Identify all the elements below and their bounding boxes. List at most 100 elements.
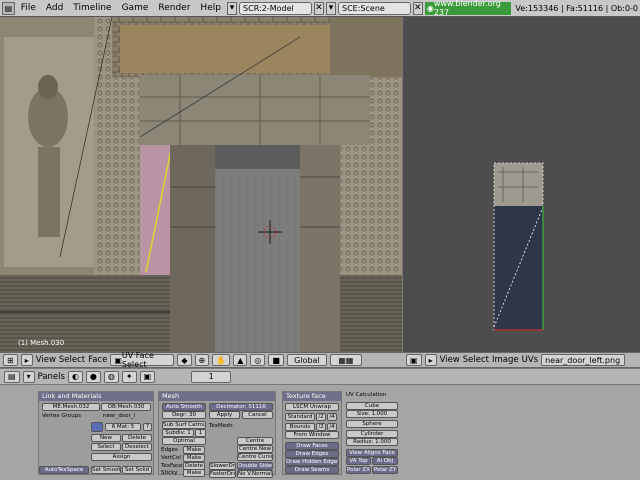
menu-uvs[interactable]: UVs [522, 355, 538, 365]
manipulator-icon[interactable]: ▲ [233, 354, 248, 366]
window-type-icon[interactable]: ⊞ [3, 354, 18, 366]
material-assign-button[interactable]: Assign [91, 453, 152, 461]
draw-hidden-edges-toggle[interactable]: Draw Hidden Edges [285, 458, 339, 466]
frame-field[interactable]: 1 [191, 370, 232, 383]
menu-view[interactable]: View [440, 355, 460, 365]
scene-browse-icon[interactable]: ▾ [325, 1, 336, 15]
collapse-menu-icon[interactable]: ▾ [22, 370, 35, 383]
double-sided-toggle[interactable]: Double Sided [237, 462, 273, 470]
material-help-button[interactable]: ? [143, 423, 152, 431]
menu-render[interactable]: Render [154, 3, 194, 13]
standard-button[interactable]: Standard [285, 413, 315, 421]
material-new-button[interactable]: New [91, 434, 121, 442]
logic-icon[interactable]: ◐ [67, 370, 83, 383]
cylinder-button[interactable]: Cylinder [346, 430, 398, 438]
set-solid-button[interactable]: Set Solid [122, 466, 152, 474]
cube-size-field[interactable]: Size: 1.000 [346, 410, 398, 418]
bounds-button[interactable]: Bounds [285, 423, 315, 431]
material-select-button[interactable]: Select [91, 443, 121, 451]
al-obj-toggle[interactable]: Al Obj [372, 457, 398, 465]
menu-face[interactable]: Face [88, 355, 107, 365]
uv-image-editor[interactable] [403, 17, 640, 352]
subdiv-render-field[interactable]: 1 [195, 429, 206, 437]
menu-select[interactable]: Select [59, 355, 85, 365]
set-smooth-button[interactable]: Set Smooth [91, 466, 121, 474]
shading-icon[interactable]: ◍ [103, 370, 119, 383]
collapse-menu-icon[interactable]: ▸ [424, 354, 437, 366]
bounds-half-button[interactable]: /2 [316, 423, 326, 431]
optimal-toggle[interactable]: Optimal [162, 437, 206, 445]
pivot-icon[interactable]: ⊕ [194, 354, 210, 366]
autosmooth-toggle[interactable]: Auto Smooth [162, 403, 206, 411]
scene-close-icon[interactable]: ✕ [412, 1, 423, 15]
menu-view[interactable]: View [36, 355, 56, 365]
decimator-cancel-button[interactable]: Cancel [242, 411, 273, 419]
centre-new-button[interactable]: Centre New [237, 445, 273, 453]
sticky-make-button[interactable]: Make [183, 469, 205, 477]
scale-icon[interactable]: ■ [268, 354, 284, 366]
collapse-menu-icon[interactable]: ▸ [20, 354, 33, 366]
material-deselect-button[interactable]: Deselect [122, 443, 152, 451]
menu-image[interactable]: Image [492, 355, 519, 365]
sphere-button[interactable]: Sphere [346, 420, 398, 428]
material-count-field[interactable]: 6 Mat: 5 [105, 423, 141, 431]
menu-help[interactable]: Help [196, 3, 225, 13]
radius-field[interactable]: Radius: 1.000 [346, 438, 398, 446]
fasterdraw-button[interactable]: FasterDraw [209, 470, 236, 478]
from-window-button[interactable]: From Window [285, 431, 339, 439]
draw-faces-toggle[interactable]: Draw Faces [285, 442, 339, 450]
no-vnormal-flip-toggle[interactable]: No V.Normal Flip [237, 470, 273, 478]
view-aligns-face-toggle[interactable]: View Aligns Face [346, 449, 398, 457]
editing-icon[interactable]: ▣ [139, 370, 156, 383]
vertcol-make-button[interactable]: Make [183, 454, 205, 462]
autotexspace-toggle[interactable]: AutoTexSpace [39, 466, 89, 474]
bounds-quarter-button[interactable]: /4 [327, 423, 337, 431]
draw-seams-toggle[interactable]: Draw Seams [285, 466, 339, 474]
script-icon[interactable]: ● [85, 370, 101, 383]
polar-zx-toggle[interactable]: Polar ZX [346, 466, 371, 474]
draw-type-icon[interactable]: ◆ [177, 354, 192, 366]
edges-make-button[interactable]: Make [183, 446, 205, 454]
layers-grid[interactable]: ▦▦ [329, 354, 362, 366]
3d-viewport[interactable]: (1) Mesh.030 [0, 17, 402, 352]
degr-field[interactable]: Degr: 30 [162, 411, 206, 419]
centre-button[interactable]: Centre [237, 437, 273, 445]
material-delete-button[interactable]: Delete [122, 434, 152, 442]
subsurf-toggle[interactable]: Sub Surf Catmull [162, 421, 206, 429]
image-window-icon[interactable]: ▣ [406, 354, 422, 366]
mode-select[interactable]: ▣ UV Face Select [110, 351, 175, 369]
menu-select[interactable]: Select [463, 355, 489, 365]
mesh-name-field[interactable]: ME:Mesh.032 [42, 403, 100, 411]
orientation-select[interactable]: Global [286, 354, 327, 366]
material-color-swatch[interactable] [91, 422, 103, 432]
lscm-unwrap-button[interactable]: LSCM Unwrap [285, 403, 339, 411]
object-icon[interactable]: ✦ [121, 370, 137, 383]
standard-half-button[interactable]: /2 [316, 413, 326, 421]
polar-zy-toggle[interactable]: Polar ZY [372, 466, 398, 474]
decimator-apply-button[interactable]: Apply [209, 411, 240, 419]
menu-game[interactable]: Game [118, 3, 153, 13]
decimator-field[interactable]: Decimator: 51116 [209, 403, 273, 411]
buttons-window-icon[interactable]: ▤ [4, 370, 20, 383]
scene-field[interactable]: SCE:Scene [338, 1, 411, 15]
rotate-icon[interactable]: ◎ [250, 354, 266, 366]
menu-file[interactable]: File [17, 3, 40, 13]
image-name-field[interactable]: near_door_left.png [541, 354, 626, 366]
draw-edges-toggle[interactable]: Draw Edges [285, 450, 339, 458]
slowerdraw-button[interactable]: SlowerDraw [209, 462, 236, 470]
screen-browse-icon[interactable]: ▾ [226, 1, 238, 15]
centre-cursor-button[interactable]: Centre Cursor [237, 453, 273, 461]
menu-timeline[interactable]: Timeline [69, 3, 115, 13]
menu-add[interactable]: Add [42, 3, 67, 13]
blender-url[interactable]: ◉ www.blender.org 237 [424, 0, 512, 17]
window-type-icon[interactable]: ▤ [2, 1, 15, 15]
screen-close-icon[interactable]: ✕ [313, 1, 324, 15]
screen-field[interactable]: SCR:2-Model [239, 1, 312, 15]
hand-icon[interactable]: ✋ [212, 354, 231, 366]
panels-menu[interactable]: Panels [38, 372, 65, 382]
cube-button[interactable]: Cube [346, 402, 398, 410]
subdiv-field[interactable]: Subdiv: 1 [162, 429, 194, 437]
object-name-field[interactable]: OB:Mesh.030 [101, 403, 151, 411]
standard-quarter-button[interactable]: /4 [327, 413, 337, 421]
va-top-toggle[interactable]: VA Top [346, 457, 371, 465]
